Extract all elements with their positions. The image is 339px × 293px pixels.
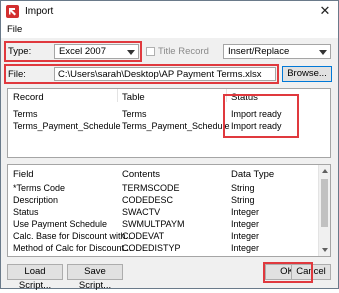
menu-bar: File <box>1 23 338 38</box>
file-path-field[interactable]: C:\Users\sarah\Desktop\AP Payment Terms.… <box>54 67 276 81</box>
records-header-table: Table <box>122 92 145 103</box>
field-data-type: Integer <box>231 219 260 229</box>
field-contents: TERMSCODE <box>122 183 180 193</box>
file-path-value: C:\Users\sarah\Desktop\AP Payment Terms.… <box>58 69 262 80</box>
chevron-down-icon <box>127 50 135 55</box>
title-record-checkbox[interactable] <box>146 47 155 56</box>
column-divider <box>226 89 227 102</box>
title-bar: Import ✕ <box>1 1 338 23</box>
records-header-record: Record <box>13 92 44 103</box>
import-app-icon <box>6 5 19 18</box>
fields-header-data-type: Data Type <box>231 169 275 180</box>
field-name: Method of Calc for Discount... <box>13 243 132 253</box>
type-dropdown-value: Excel 2007 <box>59 46 107 57</box>
field-data-type: String <box>231 183 255 193</box>
field-name: Calc. Base for Discount with... <box>13 231 134 241</box>
record-name: Terms <box>13 109 38 119</box>
field-name: Description <box>13 195 59 205</box>
field-data-type: Integer <box>231 243 260 253</box>
browse-button[interactable]: Browse... <box>282 66 332 82</box>
scroll-thumb[interactable] <box>321 179 328 227</box>
records-header-status: Status <box>231 92 258 103</box>
field-contents: CODEVAT <box>122 231 165 241</box>
field-name: *Terms Code <box>13 183 66 193</box>
load-script-button[interactable]: Load Script... <box>7 264 63 291</box>
record-status: Import ready <box>231 121 282 131</box>
field-contents: SWMULTPAYM <box>122 219 185 229</box>
record-name: Terms_Payment_Schedule <box>13 121 121 131</box>
field-contents: CODEDISTYP <box>122 243 181 253</box>
import-dialog: Import ✕ File Type: Excel 2007 Title Rec… <box>0 0 339 291</box>
record-table: Terms_Payment_Schedule <box>122 121 230 131</box>
field-data-type: String <box>231 195 255 205</box>
field-contents: SWACTV <box>122 207 161 217</box>
field-contents: CODEDESC <box>122 195 174 205</box>
chevron-down-icon <box>319 50 327 55</box>
file-label: File: <box>8 69 26 80</box>
fields-list[interactable]: Field Contents Data Type *Terms Code TER… <box>7 164 331 257</box>
record-table: Terms <box>122 109 147 119</box>
field-name: Status <box>13 207 39 217</box>
save-script-button[interactable]: Save Script... <box>67 264 123 291</box>
close-icon[interactable]: ✕ <box>318 4 332 18</box>
column-divider <box>117 89 118 102</box>
cancel-button[interactable]: Cancel <box>291 264 331 280</box>
field-name: Use Payment Schedule <box>13 219 108 229</box>
window-title: Import <box>25 6 54 17</box>
record-status: Import ready <box>231 109 282 119</box>
field-data-type: Integer <box>231 231 260 241</box>
fields-scrollbar[interactable] <box>318 165 330 256</box>
type-label: Type: <box>8 46 32 57</box>
type-dropdown[interactable]: Excel 2007 <box>54 44 139 59</box>
mode-dropdown-value: Insert/Replace <box>228 46 290 57</box>
scroll-up-icon[interactable] <box>322 169 328 173</box>
fields-header-field: Field <box>13 169 34 180</box>
mode-dropdown[interactable]: Insert/Replace <box>223 44 331 59</box>
records-list[interactable]: Record Table Status Terms Terms Import r… <box>7 88 331 158</box>
title-record-label: Title Record <box>158 46 209 57</box>
field-data-type: Integer <box>231 207 260 217</box>
scroll-down-icon[interactable] <box>322 248 328 252</box>
menu-file[interactable]: File <box>7 24 22 35</box>
fields-header-contents: Contents <box>122 169 161 180</box>
